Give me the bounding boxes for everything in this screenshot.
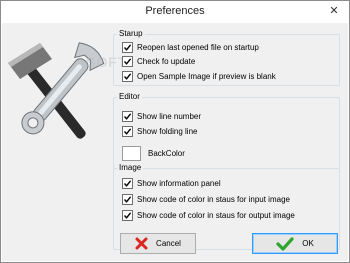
- color-code-input-label: Show code of color in staus for input im…: [137, 194, 290, 204]
- color-code-input-option[interactable]: Show code of color in staus for input im…: [122, 193, 290, 205]
- show-folding-line-checkbox[interactable]: [122, 125, 133, 137]
- check-update-option[interactable]: Check fo update: [122, 55, 195, 67]
- wrench-hammer-icon: [8, 42, 105, 139]
- show-line-number-checkbox[interactable]: [122, 110, 133, 122]
- color-code-output-checkbox[interactable]: [122, 209, 133, 221]
- cancel-label: Cancel: [156, 239, 181, 248]
- show-line-number-label: Show line number: [137, 111, 202, 121]
- show-line-number-option[interactable]: Show line number: [122, 110, 201, 122]
- color-code-output-option[interactable]: Show code of color in staus for output i…: [122, 209, 295, 221]
- reopen-last-file-option[interactable]: Reopen last opened file on startup: [122, 41, 259, 53]
- check-update-label: Check fo update: [137, 56, 196, 66]
- open-sample-image-checkbox[interactable]: [122, 70, 133, 82]
- show-info-panel-option[interactable]: Show information panel: [122, 177, 221, 189]
- show-folding-line-label: Show folding line: [137, 126, 198, 136]
- show-info-panel-label: Show information panel: [137, 178, 221, 188]
- show-info-panel-checkbox[interactable]: [122, 177, 133, 189]
- image-group-label: Image: [117, 163, 144, 172]
- cancel-button[interactable]: Cancel: [120, 233, 196, 254]
- startup-group: Starup Reopen last opened file on startu…: [113, 29, 340, 86]
- show-folding-line-option[interactable]: Show folding line: [122, 125, 197, 137]
- backcolor-swatch[interactable]: [122, 146, 141, 161]
- editor-group-label: Editor: [117, 92, 142, 101]
- open-sample-image-label: Open Sample Image if preview is blank: [137, 71, 276, 81]
- color-code-input-checkbox[interactable]: [122, 193, 133, 205]
- editor-group: Editor Show line number Show folding lin…: [113, 92, 340, 169]
- backcolor-label: BackColor: [148, 149, 185, 158]
- check-update-checkbox[interactable]: [122, 55, 133, 67]
- color-code-output-label: Show code of color in staus for output i…: [137, 210, 295, 220]
- ok-label: OK: [302, 239, 314, 248]
- dialog-body: SOFT Starup Reopen last opened file on s…: [2, 23, 348, 261]
- startup-group-label: Starup: [117, 29, 145, 38]
- red-x-icon: [135, 237, 148, 250]
- green-check-icon: [276, 236, 294, 251]
- ok-button[interactable]: OK: [252, 233, 338, 254]
- backcolor-option[interactable]: BackColor: [122, 146, 185, 161]
- reopen-last-file-label: Reopen last opened file on startup: [137, 42, 259, 52]
- preferences-window: Preferences ✕ SOFT Starup Reopen last op…: [0, 0, 350, 263]
- open-sample-image-option[interactable]: Open Sample Image if preview is blank: [122, 70, 276, 82]
- window-title: Preferences: [145, 5, 205, 17]
- reopen-last-file-checkbox[interactable]: [122, 41, 133, 53]
- title-bar[interactable]: Preferences ✕: [1, 1, 349, 23]
- close-button[interactable]: ✕: [325, 3, 343, 19]
